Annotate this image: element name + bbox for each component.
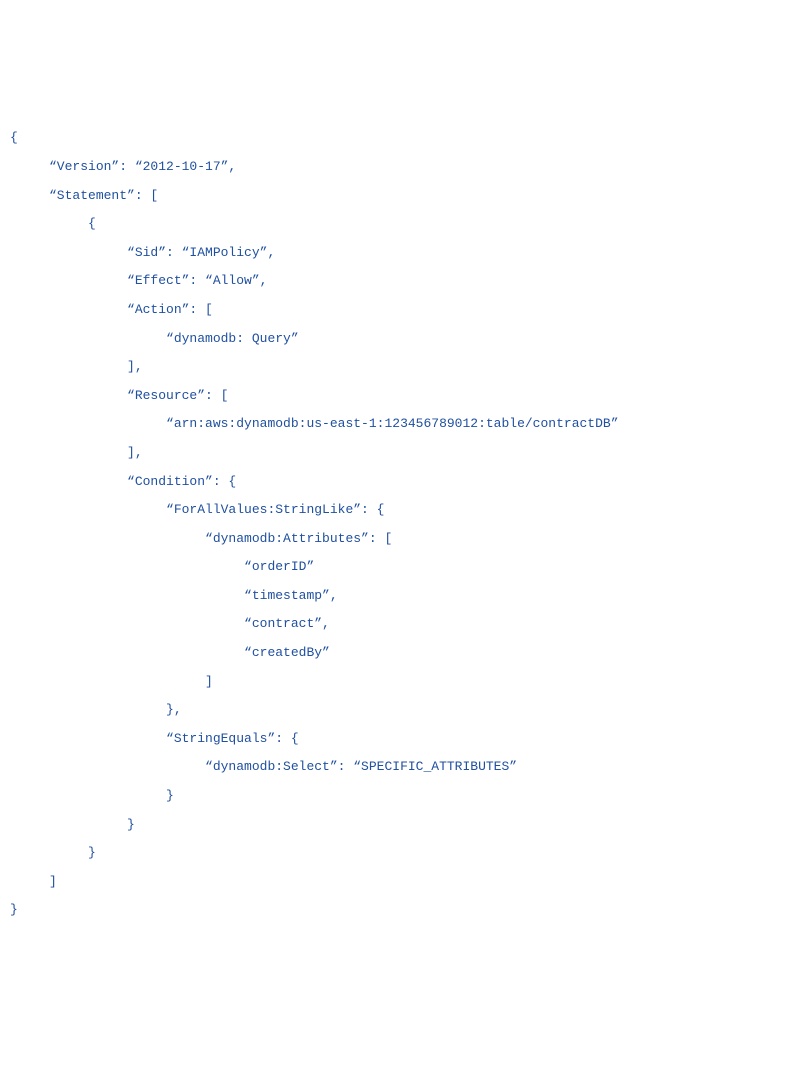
- code-line: }: [10, 902, 18, 917]
- code-line: “arn:aws:dynamodb:us-east-1:123456789012…: [10, 416, 619, 431]
- code-line: “Version”: “2012-10-17”,: [10, 159, 236, 174]
- code-line: “contract”,: [10, 616, 330, 631]
- code-line: ],: [10, 445, 143, 460]
- code-line: “Resource”: [: [10, 388, 228, 403]
- code-line: “Effect”: “Allow”,: [10, 273, 267, 288]
- code-line: “dynamodb: Query”: [10, 331, 299, 346]
- code-line: “Action”: [: [10, 302, 213, 317]
- code-line: {: [10, 216, 96, 231]
- code-line: “Statement”: [: [10, 188, 158, 203]
- code-line: “createdBy”: [10, 645, 330, 660]
- iam-policy-code-block: { “Version”: “2012-10-17”, “Statement”: …: [10, 124, 779, 925]
- code-line: “dynamodb:Select”: “SPECIFIC_ATTRIBUTES”: [10, 759, 517, 774]
- code-line: },: [10, 702, 182, 717]
- code-line: “Condition”: {: [10, 474, 236, 489]
- code-line: }: [10, 788, 174, 803]
- code-line: ],: [10, 359, 143, 374]
- code-line: “StringEquals”: {: [10, 731, 299, 746]
- code-line: ]: [10, 874, 57, 889]
- code-line: “orderID”: [10, 559, 314, 574]
- code-line: {: [10, 130, 18, 145]
- code-line: “dynamodb:Attributes”: [: [10, 531, 392, 546]
- code-line: “ForAllValues:StringLike”: {: [10, 502, 384, 517]
- code-line: }: [10, 817, 135, 832]
- code-line: }: [10, 845, 96, 860]
- code-line: “Sid”: “IAMPolicy”,: [10, 245, 275, 260]
- code-line: “timestamp”,: [10, 588, 338, 603]
- code-line: ]: [10, 674, 213, 689]
